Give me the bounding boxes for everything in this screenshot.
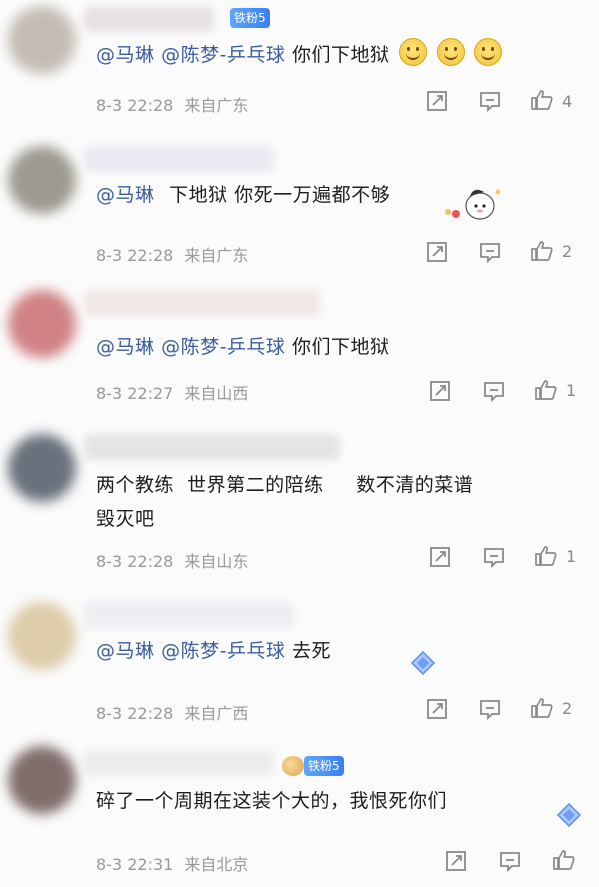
like-count: 4 <box>562 92 573 111</box>
comment-item: 两个教练 世界第二的陪练 数不清的菜谱 毁灭吧 8-3 22:28 来自山东 1 <box>0 428 599 586</box>
comment-body: @马琳 下地狱 你死一万遍都不够 <box>96 178 390 212</box>
comment-time: 8-3 22:31 <box>96 855 174 874</box>
avatar[interactable] <box>8 290 76 358</box>
comment-time: 8-3 22:28 <box>96 704 174 723</box>
like-icon[interactable] <box>530 239 554 263</box>
comment-location: 来自北京 <box>184 855 249 874</box>
avatar[interactable] <box>8 434 76 502</box>
comment-body: @马琳 @陈梦-乒乓球 你们下地狱 <box>96 330 389 364</box>
comment-body: @马琳 @陈梦-乒乓球 你们下地狱 <box>96 38 503 72</box>
share-icon[interactable] <box>425 697 449 721</box>
comment-location: 来自广西 <box>184 704 249 723</box>
comment-body: 碎了一个周期在这装个大的，我恨死你们 <box>96 790 448 812</box>
reply-icon[interactable] <box>482 379 506 403</box>
like-icon[interactable] <box>530 696 554 720</box>
comment-location: 来自广东 <box>184 246 249 265</box>
comment-body-line-2: 毁灭吧 <box>96 508 155 530</box>
mention-link[interactable]: @马琳 <box>96 44 155 66</box>
reply-icon[interactable] <box>498 849 522 873</box>
comment-item: 铁粉5 @马琳 @陈梦-乒乓球 你们下地狱 8-3 22:28 来自广东 4 <box>0 0 599 138</box>
comment-body: @马琳 @陈梦-乒乓球 去死 <box>96 634 331 668</box>
mention-link[interactable]: @陈梦-乒乓球 <box>161 336 285 358</box>
username[interactable] <box>84 602 294 628</box>
comment-item: @马琳 @陈梦-乒乓球 去死 8-3 22:28 来自广西 2 <box>0 596 599 736</box>
comment-text: 你们下地狱 <box>291 44 390 66</box>
reply-icon[interactable] <box>482 545 506 569</box>
comment-time: 8-3 22:28 <box>96 246 174 265</box>
comment-location: 来自广东 <box>184 96 249 115</box>
mention-link[interactable]: @陈梦-乒乓球 <box>161 44 285 66</box>
comment-meta: 8-3 22:28 来自广东 <box>96 242 248 266</box>
comment-time: 8-3 22:28 <box>96 96 174 115</box>
comment-time: 8-3 22:27 <box>96 384 174 403</box>
like-count: 1 <box>566 547 577 566</box>
share-icon[interactable] <box>428 379 452 403</box>
like-count: 1 <box>566 381 577 400</box>
username[interactable] <box>84 434 340 460</box>
fan-badge: 铁粉5 <box>230 8 270 28</box>
reply-icon[interactable] <box>478 240 502 264</box>
comment-feed: 铁粉5 @马琳 @陈梦-乒乓球 你们下地狱 8-3 22:28 来自广东 4 @… <box>0 0 599 887</box>
avatar[interactable] <box>8 602 76 670</box>
comment-meta: 8-3 22:31 来自北京 <box>96 851 248 875</box>
share-icon[interactable] <box>444 849 468 873</box>
comment-time: 8-3 22:28 <box>96 552 174 571</box>
share-icon[interactable] <box>425 240 449 264</box>
like-count: 2 <box>562 699 573 718</box>
avatar[interactable] <box>8 746 76 814</box>
like-icon[interactable] <box>552 848 576 872</box>
username[interactable] <box>84 146 274 172</box>
badge-decoration-icon <box>282 756 304 776</box>
mention-link[interactable]: @马琳 <box>96 640 155 662</box>
sticker-image <box>445 189 501 220</box>
mention-link[interactable]: @马琳 <box>96 336 155 358</box>
smile-emoji <box>436 38 465 66</box>
username[interactable] <box>84 750 274 776</box>
mention-link[interactable]: @陈梦-乒乓球 <box>161 640 285 662</box>
comment-item: @马琳 @陈梦-乒乓球 你们下地狱 8-3 22:27 来自山西 1 <box>0 284 599 420</box>
diamond-icon <box>410 650 436 676</box>
comment-meta: 8-3 22:27 来自山西 <box>96 380 248 404</box>
comment-location: 来自山东 <box>184 552 249 571</box>
smile-emoji <box>474 38 503 66</box>
diamond-icon <box>556 802 582 828</box>
avatar[interactable] <box>8 6 76 74</box>
like-icon[interactable] <box>534 378 558 402</box>
comment-location: 来自山西 <box>184 384 249 403</box>
comment-text: 下地狱 你死一万遍都不够 <box>169 184 391 206</box>
comment-meta: 8-3 22:28 来自广西 <box>96 700 248 724</box>
fan-badge: 铁粉5 <box>304 756 344 776</box>
comment-item: @马琳 下地狱 你死一万遍都不够 8-3 22:28 来自广东 2 <box>0 140 599 280</box>
username[interactable] <box>84 290 320 316</box>
comment-text: 去死 <box>291 640 331 662</box>
like-icon[interactable] <box>534 544 558 568</box>
reply-icon[interactable] <box>478 89 502 113</box>
reply-icon[interactable] <box>478 697 502 721</box>
avatar[interactable] <box>8 146 76 214</box>
share-icon[interactable] <box>428 545 452 569</box>
like-count: 2 <box>562 242 573 261</box>
like-icon[interactable] <box>530 88 554 112</box>
comment-meta: 8-3 22:28 来自广东 <box>96 92 248 116</box>
comment-text: 你们下地狱 <box>291 336 390 358</box>
comment-body-line-1: 两个教练 世界第二的陪练 数不清的菜谱 <box>96 474 474 496</box>
share-icon[interactable] <box>425 89 449 113</box>
comment-item: 铁粉5 碎了一个周期在这装个大的，我恨死你们 8-3 22:31 来自北京 <box>0 740 599 887</box>
comment-meta: 8-3 22:28 来自山东 <box>96 548 248 572</box>
mention-link[interactable]: @马琳 <box>96 184 155 206</box>
username[interactable] <box>84 6 214 32</box>
smile-emoji <box>399 38 428 66</box>
